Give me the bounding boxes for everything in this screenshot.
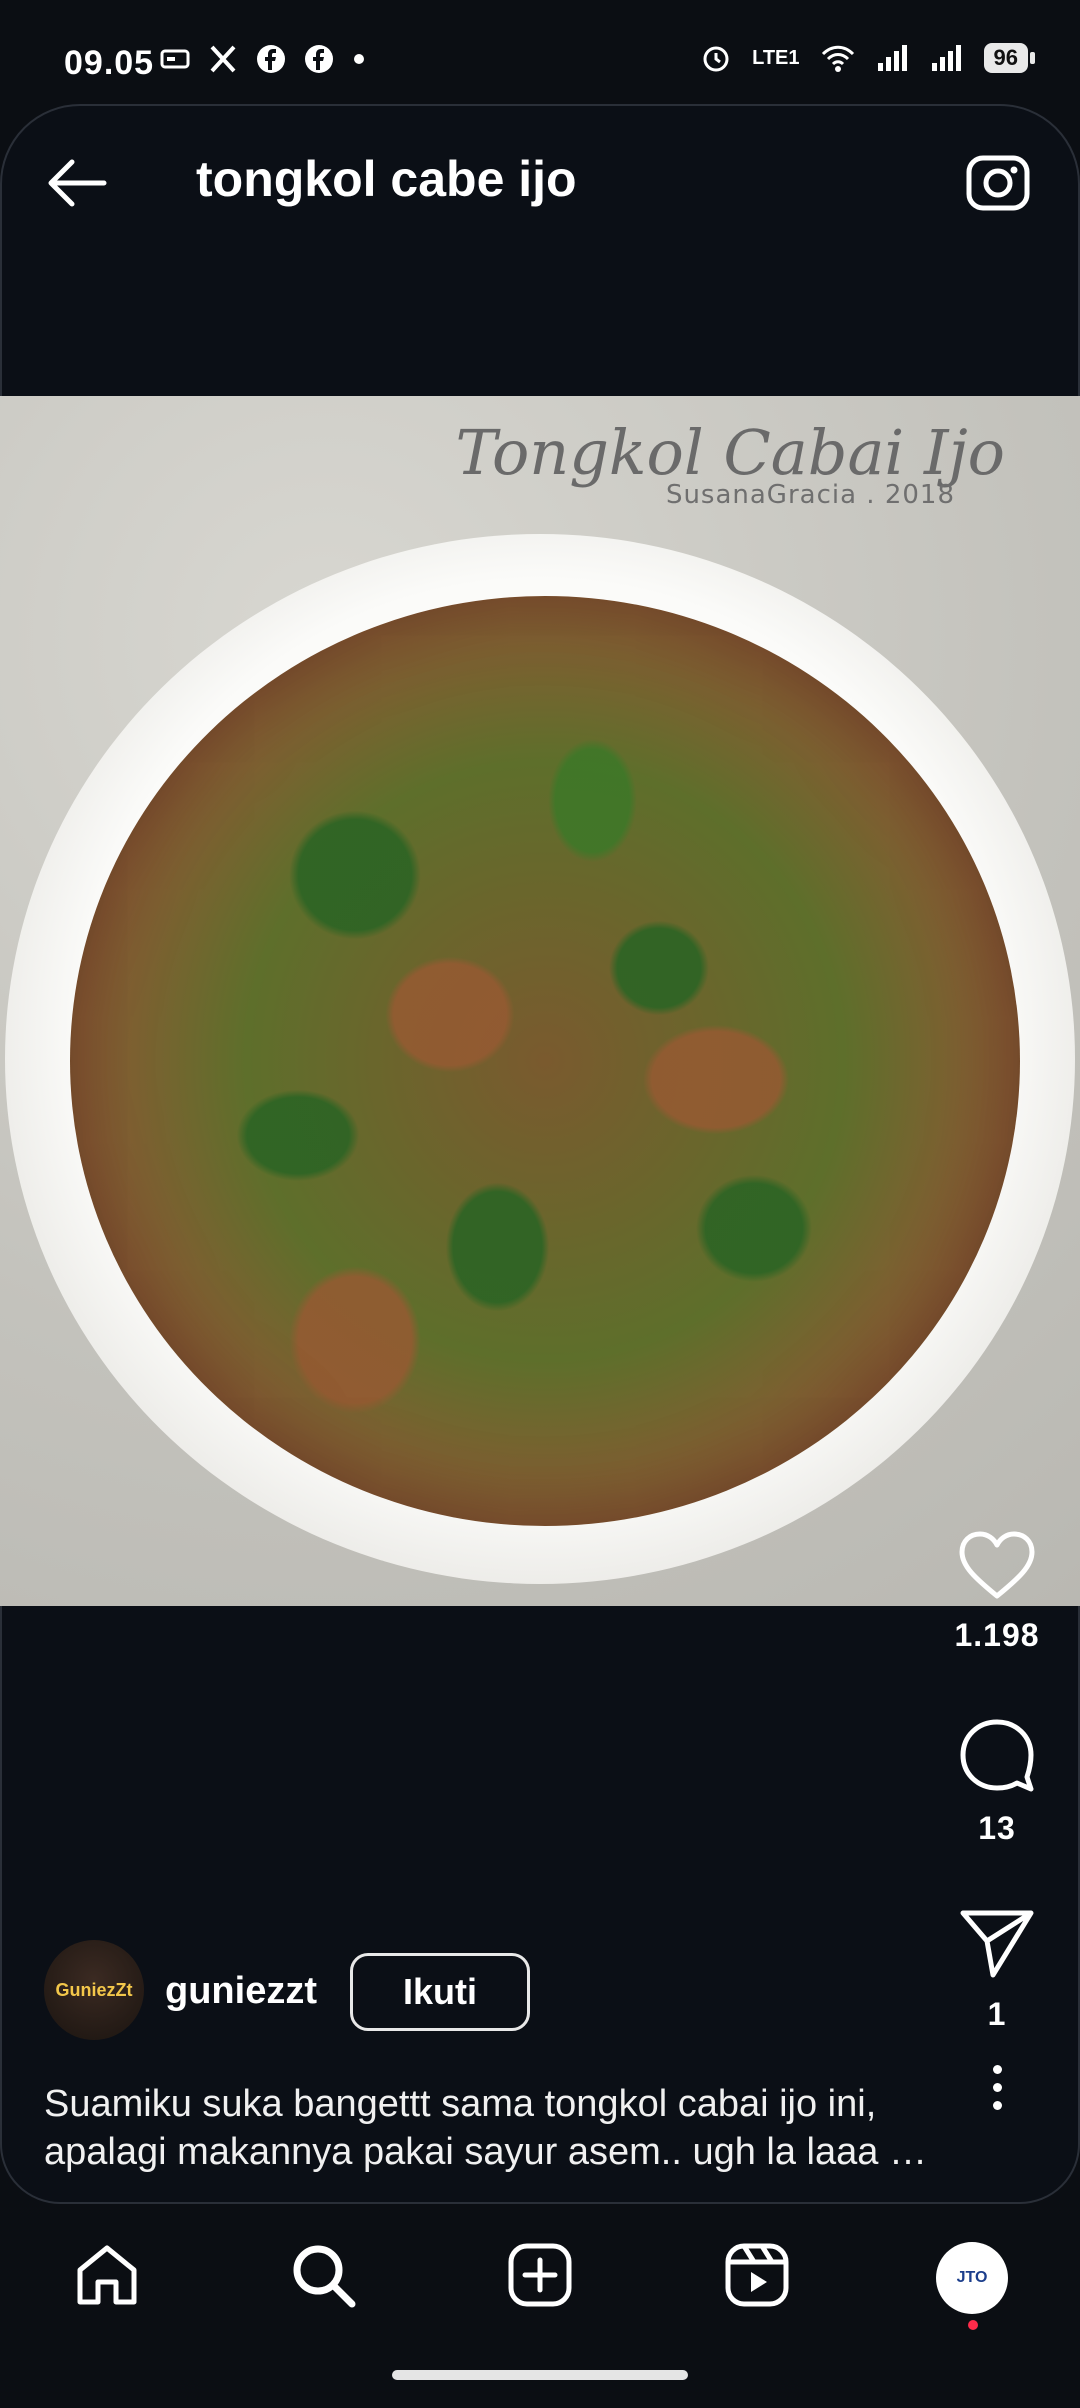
heart-icon[interactable]: [957, 1530, 1037, 1602]
watermark-credit: SusanaGracia . 2018: [665, 480, 955, 510]
caption-line-2: apalagi makannya pakai sayur asem.. ugh …: [44, 2131, 927, 2173]
post-image[interactable]: Tongkol Cabai Ijo SusanaGracia . 2018: [0, 396, 1080, 1606]
send-icon[interactable]: [957, 1905, 1037, 1981]
watermark-title: Tongkol Cabai Ijo: [455, 416, 1005, 489]
status-time: 09.05: [64, 44, 155, 82]
facebook-icon: [305, 45, 333, 73]
status-system-icons: LTE1 96: [700, 42, 1036, 74]
camera-icon[interactable]: [964, 148, 1032, 216]
more-notifications-dot-icon: [354, 54, 364, 64]
wifi-icon: [821, 45, 854, 72]
status-notification-icons: [160, 44, 366, 74]
plus-square-icon[interactable]: [505, 2240, 575, 2310]
facebook-icon: [257, 45, 285, 73]
page-title: tongkol cabe ijo: [196, 151, 577, 207]
profile-avatar[interactable]: JTO: [936, 2242, 1008, 2314]
signal-icon: [877, 45, 907, 71]
avatar[interactable]: GuniezZt: [44, 1940, 144, 2040]
alarm-icon: [703, 46, 729, 72]
post-caption[interactable]: Suamiku suka bangettt sama tongkol cabai…: [44, 2080, 944, 2176]
follow-button[interactable]: Ikuti: [350, 1953, 530, 2031]
card-icon: [160, 49, 190, 69]
search-icon[interactable]: [288, 2240, 358, 2310]
like-count: 1.198: [954, 1617, 1040, 1653]
reels-icon[interactable]: [722, 2240, 792, 2310]
share-count: 1: [987, 1996, 1007, 2032]
share-action[interactable]: 1: [937, 1905, 1057, 2033]
status-bar: 09.05 LTE1 96: [0, 0, 1080, 100]
like-action[interactable]: 1.198: [937, 1530, 1057, 1654]
caption-line-1: Suamiku suka bangettt sama tongkol cabai…: [44, 2083, 877, 2125]
x-app-icon: [210, 45, 236, 73]
notification-dot: [968, 2320, 978, 2330]
more-vertical-icon[interactable]: [985, 2065, 1009, 2110]
more-dot: [992, 2101, 1002, 2110]
comment-count: 13: [978, 1810, 1016, 1846]
avatar-text: GuniezZt: [55, 1979, 133, 2000]
battery-indicator: 96: [983, 43, 1036, 73]
author-username[interactable]: guniezzt: [165, 1970, 317, 2013]
home-icon[interactable]: [72, 2240, 142, 2310]
food-image: [70, 596, 1020, 1526]
comment-action[interactable]: 13: [937, 1715, 1057, 1847]
gesture-home-bar[interactable]: [392, 2370, 688, 2380]
arrow-left-icon[interactable]: [44, 150, 110, 216]
more-dot: [992, 2083, 1002, 2092]
comment-icon[interactable]: [957, 1715, 1037, 1795]
more-dot: [992, 2065, 1002, 2074]
network-type-label: LTE1: [752, 47, 800, 69]
signal-icon: [931, 45, 961, 71]
